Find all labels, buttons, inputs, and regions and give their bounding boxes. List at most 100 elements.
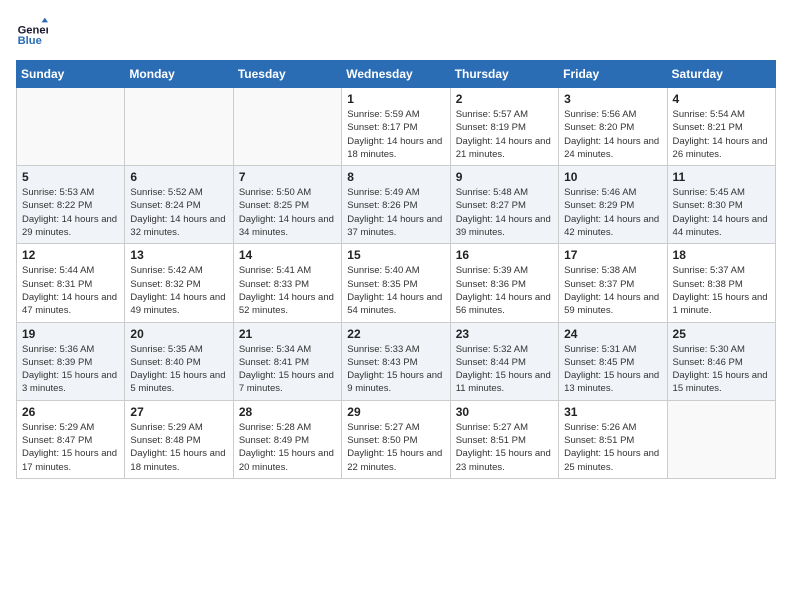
- day-cell: 11 Sunrise: 5:45 AM Sunset: 8:30 PM Dayli…: [667, 166, 775, 244]
- day-number: 11: [673, 170, 770, 184]
- day-cell: [17, 88, 125, 166]
- day-cell: 30Sunrise: 5:27 AM Sunset: 8:51 PM Dayli…: [450, 400, 558, 478]
- day-info: Sunrise: 5:28 AM Sunset: 8:49 PM Dayligh…: [239, 421, 336, 474]
- day-number: 29: [347, 405, 444, 419]
- day-cell: 16 Sunrise: 5:39 AM Sunset: 8:36 PM Dayli…: [450, 244, 558, 322]
- day-number: 3: [564, 92, 661, 106]
- day-number: 14: [239, 248, 336, 262]
- day-number: 13: [130, 248, 227, 262]
- day-number: 26: [22, 405, 119, 419]
- day-number: 8: [347, 170, 444, 184]
- day-cell: 29 Sunrise: 5:27 AM Sunset: 8:50 PM Dayli…: [342, 400, 450, 478]
- day-info: Sunrise: 5:33 AM Sunset: 8:43 PM Dayligh…: [347, 343, 444, 396]
- day-info: Sunrise: 5:37 AM Sunset: 8:38 PM Dayligh…: [673, 264, 770, 317]
- day-number: 10: [564, 170, 661, 184]
- day-cell: 26 Sunrise: 5:29 AM Sunset: 8:47 PM Dayli…: [17, 400, 125, 478]
- day-info: Sunrise: 5:54 AM Sunset: 8:21 PM Dayligh…: [673, 108, 770, 161]
- weekday-header-saturday: Saturday: [667, 61, 775, 88]
- day-cell: 10Sunrise: 5:46 AM Sunset: 8:29 PM Dayli…: [559, 166, 667, 244]
- page-header: General Blue: [16, 16, 776, 48]
- day-cell: 4 Sunrise: 5:54 AM Sunset: 8:21 PM Daylig…: [667, 88, 775, 166]
- day-info: Sunrise: 5:32 AM Sunset: 8:44 PM Dayligh…: [456, 343, 553, 396]
- day-info: Sunrise: 5:50 AM Sunset: 8:25 PM Dayligh…: [239, 186, 336, 239]
- weekday-header-sunday: Sunday: [17, 61, 125, 88]
- day-cell: 19 Sunrise: 5:36 AM Sunset: 8:39 PM Dayli…: [17, 322, 125, 400]
- weekday-header-thursday: Thursday: [450, 61, 558, 88]
- day-cell: 13 Sunrise: 5:42 AM Sunset: 8:32 PM Dayli…: [125, 244, 233, 322]
- day-number: 7: [239, 170, 336, 184]
- day-number: 31: [564, 405, 661, 419]
- day-cell: 31 Sunrise: 5:26 AM Sunset: 8:51 PM Dayli…: [559, 400, 667, 478]
- day-cell: [233, 88, 341, 166]
- day-cell: 24 Sunrise: 5:31 AM Sunset: 8:45 PM Dayli…: [559, 322, 667, 400]
- day-cell: [125, 88, 233, 166]
- weekday-header-wednesday: Wednesday: [342, 61, 450, 88]
- week-row-1: 1Sunrise: 5:59 AM Sunset: 8:17 PM Daylig…: [17, 88, 776, 166]
- day-info: Sunrise: 5:59 AM Sunset: 8:17 PM Dayligh…: [347, 108, 444, 161]
- day-number: 23: [456, 327, 553, 341]
- day-number: 21: [239, 327, 336, 341]
- day-cell: 5Sunrise: 5:53 AM Sunset: 8:22 PM Daylig…: [17, 166, 125, 244]
- day-cell: 6 Sunrise: 5:52 AM Sunset: 8:24 PM Daylig…: [125, 166, 233, 244]
- day-cell: 23 Sunrise: 5:32 AM Sunset: 8:44 PM Dayli…: [450, 322, 558, 400]
- day-cell: 22 Sunrise: 5:33 AM Sunset: 8:43 PM Dayli…: [342, 322, 450, 400]
- day-number: 16: [456, 248, 553, 262]
- svg-text:Blue: Blue: [18, 35, 42, 47]
- day-cell: 1Sunrise: 5:59 AM Sunset: 8:17 PM Daylig…: [342, 88, 450, 166]
- day-cell: 28 Sunrise: 5:28 AM Sunset: 8:49 PM Dayli…: [233, 400, 341, 478]
- calendar-table: SundayMondayTuesdayWednesdayThursdayFrid…: [16, 60, 776, 479]
- day-cell: 27 Sunrise: 5:29 AM Sunset: 8:48 PM Dayli…: [125, 400, 233, 478]
- day-cell: 15 Sunrise: 5:40 AM Sunset: 8:35 PM Dayli…: [342, 244, 450, 322]
- day-info: Sunrise: 5:39 AM Sunset: 8:36 PM Dayligh…: [456, 264, 553, 317]
- day-cell: 12Sunrise: 5:44 AM Sunset: 8:31 PM Dayli…: [17, 244, 125, 322]
- day-info: Sunrise: 5:27 AM Sunset: 8:51 PM Dayligh…: [456, 421, 553, 474]
- day-info: Sunrise: 5:36 AM Sunset: 8:39 PM Dayligh…: [22, 343, 119, 396]
- day-info: Sunrise: 5:30 AM Sunset: 8:46 PM Dayligh…: [673, 343, 770, 396]
- weekday-header-row: SundayMondayTuesdayWednesdayThursdayFrid…: [17, 61, 776, 88]
- day-info: Sunrise: 5:42 AM Sunset: 8:32 PM Dayligh…: [130, 264, 227, 317]
- day-info: Sunrise: 5:27 AM Sunset: 8:50 PM Dayligh…: [347, 421, 444, 474]
- logo-icon: General Blue: [16, 16, 48, 48]
- day-info: Sunrise: 5:34 AM Sunset: 8:41 PM Dayligh…: [239, 343, 336, 396]
- day-number: 28: [239, 405, 336, 419]
- logo: General Blue: [16, 16, 52, 48]
- day-info: Sunrise: 5:48 AM Sunset: 8:27 PM Dayligh…: [456, 186, 553, 239]
- day-info: Sunrise: 5:31 AM Sunset: 8:45 PM Dayligh…: [564, 343, 661, 396]
- day-number: 24: [564, 327, 661, 341]
- day-number: 12: [22, 248, 119, 262]
- day-info: Sunrise: 5:26 AM Sunset: 8:51 PM Dayligh…: [564, 421, 661, 474]
- day-number: 19: [22, 327, 119, 341]
- day-cell: 20 Sunrise: 5:35 AM Sunset: 8:40 PM Dayli…: [125, 322, 233, 400]
- day-info: Sunrise: 5:53 AM Sunset: 8:22 PM Dayligh…: [22, 186, 119, 239]
- day-cell: 3 Sunrise: 5:56 AM Sunset: 8:20 PM Daylig…: [559, 88, 667, 166]
- day-cell: 18 Sunrise: 5:37 AM Sunset: 8:38 PM Dayli…: [667, 244, 775, 322]
- week-row-4: 19 Sunrise: 5:36 AM Sunset: 8:39 PM Dayli…: [17, 322, 776, 400]
- day-info: Sunrise: 5:40 AM Sunset: 8:35 PM Dayligh…: [347, 264, 444, 317]
- day-info: Sunrise: 5:49 AM Sunset: 8:26 PM Dayligh…: [347, 186, 444, 239]
- day-number: 22: [347, 327, 444, 341]
- day-number: 17: [564, 248, 661, 262]
- day-info: Sunrise: 5:52 AM Sunset: 8:24 PM Dayligh…: [130, 186, 227, 239]
- day-number: 6: [130, 170, 227, 184]
- day-info: Sunrise: 5:38 AM Sunset: 8:37 PM Dayligh…: [564, 264, 661, 317]
- day-number: 15: [347, 248, 444, 262]
- day-info: Sunrise: 5:56 AM Sunset: 8:20 PM Dayligh…: [564, 108, 661, 161]
- day-info: Sunrise: 5:29 AM Sunset: 8:47 PM Dayligh…: [22, 421, 119, 474]
- day-info: Sunrise: 5:45 AM Sunset: 8:30 PM Dayligh…: [673, 186, 770, 239]
- week-row-5: 26 Sunrise: 5:29 AM Sunset: 8:47 PM Dayli…: [17, 400, 776, 478]
- day-info: Sunrise: 5:29 AM Sunset: 8:48 PM Dayligh…: [130, 421, 227, 474]
- day-info: Sunrise: 5:41 AM Sunset: 8:33 PM Dayligh…: [239, 264, 336, 317]
- week-row-3: 12Sunrise: 5:44 AM Sunset: 8:31 PM Dayli…: [17, 244, 776, 322]
- day-number: 27: [130, 405, 227, 419]
- day-cell: 21 Sunrise: 5:34 AM Sunset: 8:41 PM Dayli…: [233, 322, 341, 400]
- day-info: Sunrise: 5:35 AM Sunset: 8:40 PM Dayligh…: [130, 343, 227, 396]
- day-number: 9: [456, 170, 553, 184]
- day-number: 18: [673, 248, 770, 262]
- day-cell: 25 Sunrise: 5:30 AM Sunset: 8:46 PM Dayli…: [667, 322, 775, 400]
- day-number: 25: [673, 327, 770, 341]
- day-number: 4: [673, 92, 770, 106]
- day-number: 20: [130, 327, 227, 341]
- weekday-header-tuesday: Tuesday: [233, 61, 341, 88]
- day-cell: 2Sunrise: 5:57 AM Sunset: 8:19 PM Daylig…: [450, 88, 558, 166]
- day-info: Sunrise: 5:57 AM Sunset: 8:19 PM Dayligh…: [456, 108, 553, 161]
